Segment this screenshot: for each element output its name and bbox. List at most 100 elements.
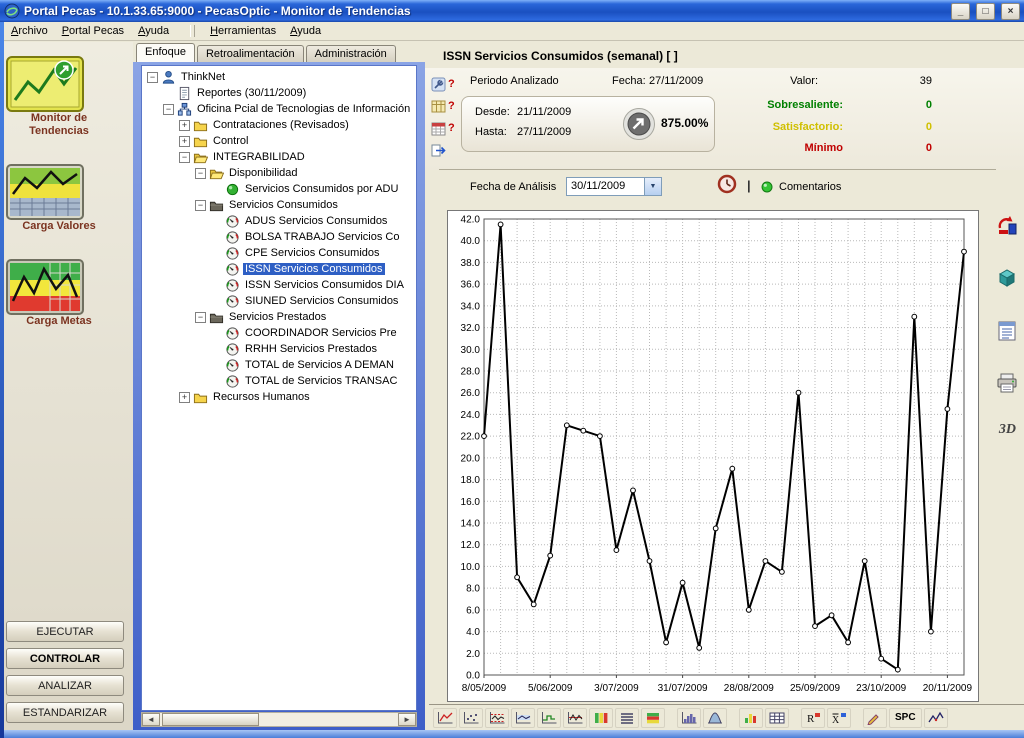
svg-text:38.0: 38.0 [461,258,481,269]
comentarios-label[interactable]: Comentarios [779,181,841,193]
tree-expander[interactable]: − [179,152,190,163]
tab-retroalimentacio-n[interactable]: Retroalimentación [197,45,304,62]
stacked-colors-icon[interactable] [589,708,613,728]
tab-enfoque[interactable]: Enfoque [136,43,195,62]
tree-expander[interactable]: − [195,168,206,179]
tree-item-coordinador-servicios-pre[interactable]: COORDINADOR Servicios Pre [145,325,416,341]
close-button[interactable]: × [1001,3,1020,20]
tree-item-servicios-consumidos-por-adu[interactable]: Servicios Consumidos por ADU [145,181,416,197]
levey-jennings-icon[interactable] [563,708,587,728]
tree-horizontal-scrollbar[interactable]: ◄ ► [141,712,417,727]
menu-ayuda[interactable]: Ayuda [283,23,328,39]
analysis-date-label: Fecha de Análisis [470,181,556,193]
title-bar[interactable]: Portal Pecas - 10.1.33.65:9000 - PecasOp… [0,0,1024,22]
menu-ayuda[interactable]: Ayuda [131,23,176,39]
3d-view-label[interactable]: 3D [999,422,1016,438]
tree-expander[interactable]: − [195,200,206,211]
r-chart-icon[interactable]: R [801,708,825,728]
tree-item-siuned-servicios-consumidos[interactable]: SIUNED Servicios Consumidos [145,293,416,309]
tree-item-thinknet[interactable]: −ThinkNet [145,69,416,85]
tree-item-issn-servicios-consumidos[interactable]: ISSN Servicios Consumidos [145,261,416,277]
minimize-button[interactable]: _ [951,3,970,20]
spc-button[interactable]: SPC [889,708,922,728]
svg-text:31/07/2009: 31/07/2009 [658,683,708,694]
folder-icon [193,118,208,133]
trend-chart-icon[interactable] [433,708,457,728]
action-controlar[interactable]: CONTROLAR [6,648,124,669]
cube-view-icon[interactable] [996,266,1018,288]
user-icon [161,70,176,85]
tree-item-adus-servicios-consumidos[interactable]: ADUS Servicios Consumidos [145,213,416,229]
tolerance-chart-icon[interactable] [511,708,535,728]
svg-text:4.0: 4.0 [466,627,480,638]
tree-item-reportes-30-11-2009[interactable]: Reportes (30/11/2009) [145,85,416,101]
tools-help-icon[interactable] [431,77,446,92]
column-report-icon[interactable] [996,320,1018,342]
tree-item-issn-servicios-consumidos-dia[interactable]: ISSN Servicios Consumidos DIA [145,277,416,293]
tree-item-cpe-servicios-consumidos[interactable]: CPE Servicios Consumidos [145,245,416,261]
tree-item-bolsa-trabajo-servicios-co[interactable]: BOLSA TRABAJO Servicios Co [145,229,416,245]
status-bar [0,730,1024,738]
svg-text:24.0: 24.0 [461,410,481,421]
tree-item-integrabilidad[interactable]: −INTEGRABILIDAD [145,149,416,165]
tree-item-total-de-servicios-transac[interactable]: TOTAL de Servicios TRANSAC [145,373,416,389]
tree-item-servicios-consumidos[interactable]: −Servicios Consumidos [145,197,416,213]
flag-bars-icon[interactable] [641,708,665,728]
tree-item-oficina-pcial-de-tecnologias-de-informacio-n[interactable]: −Oficina Pcial de Tecnologias de Informa… [145,101,416,117]
control-chart-icon[interactable] [485,708,509,728]
clock-icon[interactable] [717,174,737,194]
tree-item-disponibilidad[interactable]: −Disponibilidad [145,165,416,181]
tree-item-total-de-servicios-a-deman[interactable]: TOTAL de Servicios A DEMAN [145,357,416,373]
tree-expander[interactable]: − [147,72,158,83]
annotate-icon[interactable] [863,708,887,728]
tree-item-contrataciones-revisados[interactable]: +Contrataciones (Revisados) [145,117,416,133]
analysis-date-value: 30/11/2009 [567,178,644,195]
question-mark: ? [448,78,455,90]
color-histogram-icon[interactable] [739,708,763,728]
action-ejecutar[interactable]: EJECUTAR [6,621,124,642]
menu-portal-pecas[interactable]: Portal Pecas [55,23,131,39]
histogram-icon[interactable] [677,708,701,728]
periodo-label: Periodo Analizado [470,75,559,87]
tree-expander[interactable]: + [179,392,190,403]
tree-expander[interactable]: + [179,120,190,131]
tab-administracio-n[interactable]: Administración [306,45,396,62]
export-report-icon[interactable] [996,214,1018,236]
analysis-date-combobox[interactable]: 30/11/2009 ▼ [566,177,662,196]
folderDark-icon [209,198,224,213]
list-lines-icon[interactable] [615,708,639,728]
menu-herramientas[interactable]: Herramientas [203,23,283,39]
distribution-icon[interactable] [703,708,727,728]
step-chart-icon[interactable] [537,708,561,728]
xbar-chart-icon[interactable]: X [827,708,851,728]
tree-expander[interactable]: + [179,136,190,147]
scroll-thumb[interactable] [162,713,259,726]
scroll-right-button[interactable]: ► [398,713,416,726]
gauge-icon [225,214,240,229]
scroll-track[interactable] [259,713,398,726]
action-estandarizar[interactable]: ESTANDARIZAR [6,702,124,723]
action-analizar[interactable]: ANALIZAR [6,675,124,696]
module-carga-valores[interactable]: Carga Valores [6,164,112,233]
tree-item-rrhh-servicios-prestados[interactable]: RRHH Servicios Prestados [145,341,416,357]
vertical-divider: | [747,178,751,193]
tree-item-recursos-humanos[interactable]: +Recursos Humanos [145,389,416,405]
scroll-left-button[interactable]: ◄ [142,713,160,726]
module-carga-metas[interactable]: Carga Metas [6,259,112,328]
printer-icon[interactable] [996,372,1018,394]
svg-text:23/10/2009: 23/10/2009 [856,683,906,694]
tree-item-servicios-prestados[interactable]: −Servicios Prestados [145,309,416,325]
data-grid-icon[interactable] [765,708,789,728]
scatter-chart-icon[interactable] [459,708,483,728]
app-icon [4,3,20,19]
maximize-button[interactable]: □ [976,3,995,20]
svg-text:3/07/2009: 3/07/2009 [594,683,639,694]
tree-item-control[interactable]: +Control [145,133,416,149]
window-title: Portal Pecas - 10.1.33.65:9000 - PecasOp… [24,4,945,18]
tree-expander[interactable]: − [195,312,206,323]
module-monitor-de-tendencias[interactable]: Monitor de Tendencias [6,56,112,138]
tree-expander[interactable]: − [163,104,174,115]
menu-archivo[interactable]: Archivo [4,23,55,39]
cusum-chart-icon[interactable] [924,708,948,728]
combo-dropdown-button[interactable]: ▼ [644,178,661,195]
